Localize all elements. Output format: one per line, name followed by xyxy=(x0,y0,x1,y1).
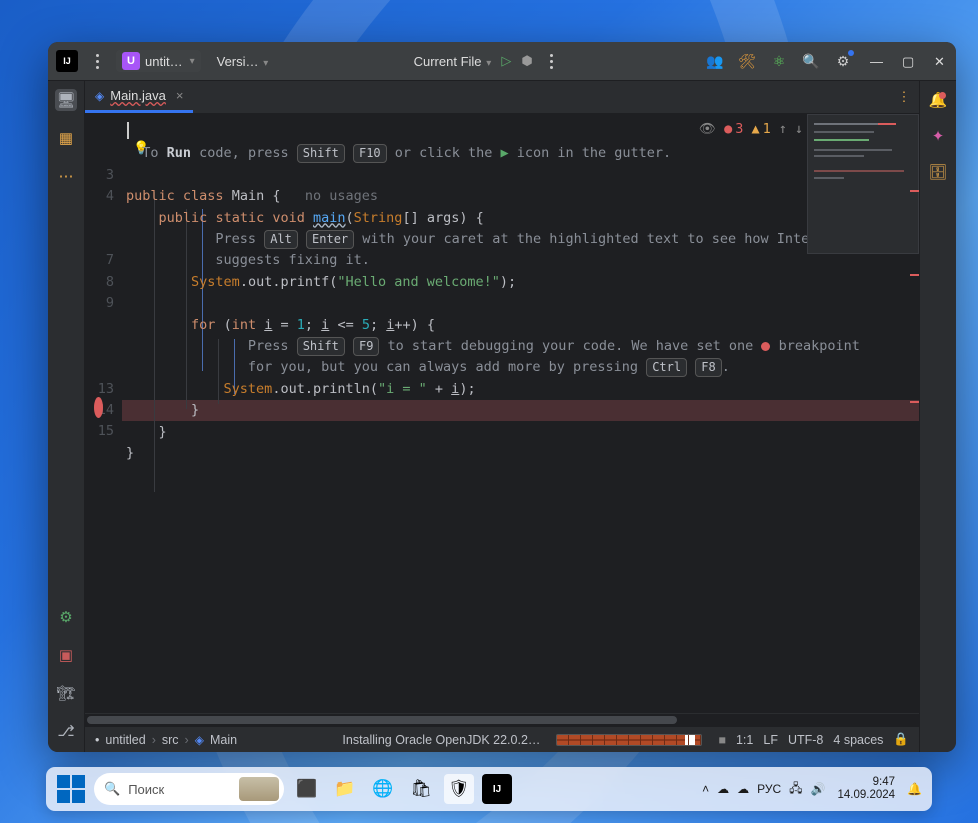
ide-tools-icon[interactable]: 🛠 xyxy=(738,52,756,70)
settings-icon[interactable]: ⚙ xyxy=(834,52,852,70)
chevron-down-icon: ▾ xyxy=(190,56,195,67)
tray-chevron-icon[interactable]: ˄ xyxy=(702,782,709,796)
warning-count: ▲1 xyxy=(751,121,770,137)
project-badge: U xyxy=(122,52,140,70)
database-tool-icon[interactable]: 🗄 xyxy=(927,161,949,183)
next-error-icon[interactable]: ↓ xyxy=(795,121,803,137)
search-icon: 🔍 xyxy=(104,781,120,797)
inspection-summary[interactable]: 👁 ●3 ▲1 ↑ ↓ xyxy=(699,121,803,137)
terminal-tool-icon[interactable]: ▣ xyxy=(55,644,77,666)
code-with-me-icon[interactable]: 👥 xyxy=(706,52,724,70)
readonly-lock-icon[interactable]: 🔒 xyxy=(893,732,909,747)
code-editor[interactable]: 3 4 7 8 9 13 14 15 xyxy=(85,114,919,713)
clock[interactable]: 9:47 14.09.2024 xyxy=(837,776,895,802)
tab-options-button[interactable]: ⋮ xyxy=(889,81,919,113)
error-stripe-mark[interactable] xyxy=(910,190,919,192)
project-name: untit… xyxy=(145,54,183,69)
main-menu-button[interactable] xyxy=(88,54,106,69)
left-toolwindow-bar: 🖥 ▦ ⋯ ⚙ ▣ 🏗 ⎇ xyxy=(48,81,85,752)
code-content[interactable]: To Run code, press Shift F10 or click th… xyxy=(122,114,919,713)
editor-tabs: ◈ Main.java × ⋮ xyxy=(85,81,919,114)
close-button[interactable]: ✕ xyxy=(934,54,948,68)
ai-assistant-icon[interactable]: ⚛ xyxy=(770,52,788,70)
close-tab-icon[interactable]: × xyxy=(176,88,184,103)
store-icon[interactable]: 🛍 xyxy=(406,774,436,804)
run-config-selector[interactable]: Current File ▾ xyxy=(414,54,492,69)
task-view-icon[interactable]: ⬛ xyxy=(292,774,322,804)
project-selector[interactable]: U untit… ▾ xyxy=(116,50,201,72)
taskbar-search[interactable]: 🔍 Поиск xyxy=(94,773,284,805)
edge-icon[interactable]: 🌐 xyxy=(368,774,398,804)
windows-taskbar: 🔍 Поиск ⬛ 📁 🌐 🛍 🛡 IJ ˄ ☁ ☁ РУС 🖧 🔊 9:47 … xyxy=(46,767,932,811)
search-placeholder: Поиск xyxy=(128,782,164,797)
explorer-icon[interactable]: 📁 xyxy=(330,774,360,804)
security-icon[interactable]: 🛡 xyxy=(444,774,474,804)
navigation-breadcrumbs[interactable]: • untitled› src› ◈ Main xyxy=(95,733,237,747)
tab-title: Main.java xyxy=(110,88,166,103)
horizontal-scrollbar[interactable] xyxy=(85,713,919,726)
line-number-gutter[interactable]: 3 4 7 8 9 13 14 15 xyxy=(85,114,122,713)
start-button[interactable] xyxy=(56,774,86,804)
hide-hints-icon[interactable]: 👁 xyxy=(699,121,716,137)
debug-button[interactable]: ⬢ xyxy=(521,53,532,69)
background-task-label[interactable]: Installing Oracle OpenJDK 22.0.2… xyxy=(342,733,540,747)
titlebar: IJ U untit… ▾ Versi… ▾ Current File ▾ ▷ … xyxy=(48,42,956,81)
error-stripe-mark[interactable] xyxy=(910,401,919,403)
prev-error-icon[interactable]: ↑ xyxy=(779,121,787,137)
right-toolwindow-bar: 🔔 ✦ 🗄 xyxy=(919,81,956,752)
code-minimap[interactable] xyxy=(807,114,919,254)
error-stripe-mark[interactable] xyxy=(910,274,919,276)
onedrive-icon[interactable]: ☁ xyxy=(717,782,729,796)
chevron-down-icon: ▾ xyxy=(261,58,269,69)
more-tool-icon[interactable]: ⋯ xyxy=(55,165,77,187)
app-logo: IJ xyxy=(56,50,78,72)
progress-bar[interactable] xyxy=(556,734,702,746)
caret-position[interactable]: 1:1 xyxy=(736,733,753,747)
project-tool-icon[interactable]: 🖥 xyxy=(55,89,77,111)
status-bar: • untitled› src› ◈ Main Installing Oracl… xyxy=(85,726,919,752)
run-button[interactable]: ▷ xyxy=(501,53,511,69)
notification-center-icon[interactable]: 🔔 xyxy=(907,782,922,796)
network-icon[interactable]: 🖧 xyxy=(789,779,802,800)
volume-icon[interactable]: 🔊 xyxy=(811,782,826,796)
java-class-icon: ◈ xyxy=(195,733,204,747)
line-separator[interactable]: LF xyxy=(763,733,778,747)
ide-window: IJ U untit… ▾ Versi… ▾ Current File ▾ ▷ … xyxy=(48,42,956,752)
language-indicator[interactable]: РУС xyxy=(757,782,781,796)
intellij-taskbar-icon[interactable]: IJ xyxy=(482,774,512,804)
indent-settings[interactable]: 4 spaces xyxy=(833,733,883,747)
scrollbar-thumb[interactable] xyxy=(87,716,677,724)
system-tray[interactable]: ˄ ☁ ☁ РУС 🖧 🔊 xyxy=(702,779,825,800)
minimize-button[interactable]: — xyxy=(870,54,884,68)
java-file-icon: ◈ xyxy=(95,89,104,103)
onedrive-icon[interactable]: ☁ xyxy=(737,782,749,796)
file-encoding[interactable]: UTF-8 xyxy=(788,733,823,747)
build-tool-icon[interactable]: 🏗 xyxy=(55,682,77,704)
stop-task-icon[interactable]: ■ xyxy=(718,733,726,747)
error-count: ●3 xyxy=(724,121,743,137)
vcs-selector[interactable]: Versi… ▾ xyxy=(217,54,269,69)
search-everywhere-icon[interactable]: 🔍 xyxy=(802,52,820,70)
editor-tab-main[interactable]: ◈ Main.java × xyxy=(85,81,193,113)
maximize-button[interactable]: ▢ xyxy=(902,54,916,68)
ai-tool-icon[interactable]: ✦ xyxy=(927,125,949,147)
search-highlight-image xyxy=(239,777,279,801)
git-tool-icon[interactable]: ⎇ xyxy=(55,720,77,742)
run-more-button[interactable] xyxy=(543,54,561,69)
structure-tool-icon[interactable]: ▦ xyxy=(55,127,77,149)
notifications-tool-icon[interactable]: 🔔 xyxy=(927,89,949,111)
settings-tool-icon[interactable]: ⚙ xyxy=(55,606,77,628)
